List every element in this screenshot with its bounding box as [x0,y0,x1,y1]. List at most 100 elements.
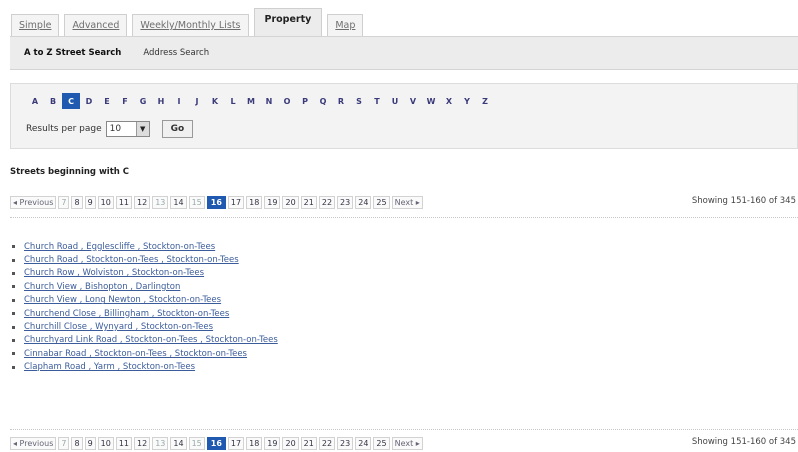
street-link[interactable]: Church View , Long Newton , Stockton-on-… [24,295,221,305]
property-subnav: A to Z Street Search Address Search [10,36,798,70]
tab-advanced[interactable]: Advanced [64,14,128,36]
street-link[interactable]: Church Road , Stockton-on-Tees , Stockto… [24,255,239,265]
list-item: Church View , Long Newton , Stockton-on-… [12,294,278,307]
dropdown-arrow-icon[interactable]: ▼ [135,122,149,136]
list-item: Church View , Bishopton , Darlington [12,280,278,293]
page-link-20[interactable]: 20 [282,436,299,450]
subnav-a-to-z-street-search[interactable]: A to Z Street Search [24,48,121,58]
letter-w[interactable]: W [422,93,440,109]
next-page-link[interactable]: Next ▸ [391,195,423,209]
letter-o[interactable]: O [278,93,296,109]
page-link-21[interactable]: 21 [300,195,317,209]
page-link-23[interactable]: 23 [337,195,354,209]
page-link-25[interactable]: 25 [373,195,390,209]
letter-v[interactable]: V [404,93,422,109]
previous-page-link[interactable]: ◂ Previous [10,195,57,209]
page-link-15[interactable]: 15 [188,436,205,450]
tab-map[interactable]: Map [327,14,364,36]
list-item: Cinnabar Road , Stockton-on-Tees , Stock… [12,347,278,360]
page-link-20[interactable]: 20 [282,195,299,209]
letter-x[interactable]: X [440,93,458,109]
letter-b[interactable]: B [44,93,62,109]
page-link-14[interactable]: 14 [170,195,187,209]
page-link-17[interactable]: 17 [227,195,245,209]
page-link-8[interactable]: 8 [71,436,83,450]
letter-h[interactable]: H [152,93,170,109]
tab-property-label: Property [264,14,312,25]
page-link-7[interactable]: 7 [58,436,70,450]
bullet-icon [12,325,15,329]
page-link-18[interactable]: 18 [246,195,263,209]
page-link-13[interactable]: 13 [152,195,169,209]
page-link-9[interactable]: 9 [84,436,96,450]
page-link-18[interactable]: 18 [246,436,263,450]
page-link-21[interactable]: 21 [300,436,317,450]
page-link-15[interactable]: 15 [188,195,205,209]
letter-g[interactable]: G [134,93,152,109]
page-link-8[interactable]: 8 [71,195,83,209]
letter-s[interactable]: S [350,93,368,109]
list-item: Churchill Close , Wynyard , Stockton-on-… [12,320,278,333]
page-link-12[interactable]: 12 [134,195,151,209]
letter-a[interactable]: A [26,93,44,109]
previous-page-link[interactable]: ◂ Previous [10,436,57,450]
page-link-14[interactable]: 14 [170,436,187,450]
tab-simple[interactable]: Simple [11,14,60,36]
list-item: Church Road , Stockton-on-Tees , Stockto… [12,253,278,266]
letter-z[interactable]: Z [476,93,494,109]
street-link[interactable]: Churchend Close , Billingham , Stockton-… [24,309,229,319]
page-link-23[interactable]: 23 [337,436,354,450]
search-tabs: Simple Advanced Weekly/Monthly Lists Pro… [11,8,368,36]
next-page-link[interactable]: Next ▸ [391,436,423,450]
letter-j[interactable]: J [188,93,206,109]
page-link-9[interactable]: 9 [84,195,96,209]
page-link-22[interactable]: 22 [318,195,336,209]
page-link-16[interactable]: 16 [206,195,226,209]
letter-k[interactable]: K [206,93,224,109]
divider [10,429,798,430]
page-link-17[interactable]: 17 [227,436,245,450]
street-link[interactable]: Church Row , Wolviston , Stockton-on-Tee… [24,268,204,278]
letter-n[interactable]: N [260,93,278,109]
street-link[interactable]: Church Road , Egglescliffe , Stockton-on… [24,242,215,252]
page-link-12[interactable]: 12 [134,436,151,450]
list-item: Churchyard Link Road , Stockton-on-Tees … [12,334,278,347]
letter-d[interactable]: D [80,93,98,109]
page-link-24[interactable]: 24 [355,436,372,450]
page-link-19[interactable]: 19 [264,195,281,209]
letter-t[interactable]: T [368,93,386,109]
street-link[interactable]: Churchill Close , Wynyard , Stockton-on-… [24,322,213,332]
go-button[interactable]: Go [161,120,194,138]
results-per-page-select[interactable]: 10 ▼ [105,121,150,137]
page-link-19[interactable]: 19 [264,436,281,450]
street-link[interactable]: Clapham Road , Yarm , Stockton-on-Tees [24,362,195,372]
page-link-10[interactable]: 10 [97,195,114,209]
letter-f[interactable]: F [116,93,134,109]
page-link-11[interactable]: 11 [115,436,133,450]
street-link[interactable]: Cinnabar Road , Stockton-on-Tees , Stock… [24,349,247,359]
page-link-11[interactable]: 11 [115,195,133,209]
street-link[interactable]: Church View , Bishopton , Darlington [24,282,180,292]
tab-property[interactable]: Property [253,8,323,36]
letter-bar: ABCDEFGHIJKLMNOPQRSTUVWXYZ [26,92,797,110]
letter-c[interactable]: C [62,93,80,109]
page-link-13[interactable]: 13 [152,436,169,450]
letter-q[interactable]: Q [314,93,332,109]
letter-p[interactable]: P [296,93,314,109]
letter-l[interactable]: L [224,93,242,109]
letter-u[interactable]: U [386,93,404,109]
letter-r[interactable]: R [332,93,350,109]
street-link[interactable]: Churchyard Link Road , Stockton-on-Tees … [24,335,278,345]
page-link-24[interactable]: 24 [355,195,372,209]
page-link-7[interactable]: 7 [58,195,70,209]
page-link-25[interactable]: 25 [373,436,390,450]
page-link-16[interactable]: 16 [206,436,226,450]
letter-y[interactable]: Y [458,93,476,109]
tab-weekly-monthly-lists[interactable]: Weekly/Monthly Lists [132,14,249,36]
letter-m[interactable]: M [242,93,260,109]
letter-i[interactable]: I [170,93,188,109]
page-link-22[interactable]: 22 [318,436,336,450]
page-link-10[interactable]: 10 [97,436,114,450]
letter-e[interactable]: E [98,93,116,109]
subnav-address-search[interactable]: Address Search [143,48,209,58]
